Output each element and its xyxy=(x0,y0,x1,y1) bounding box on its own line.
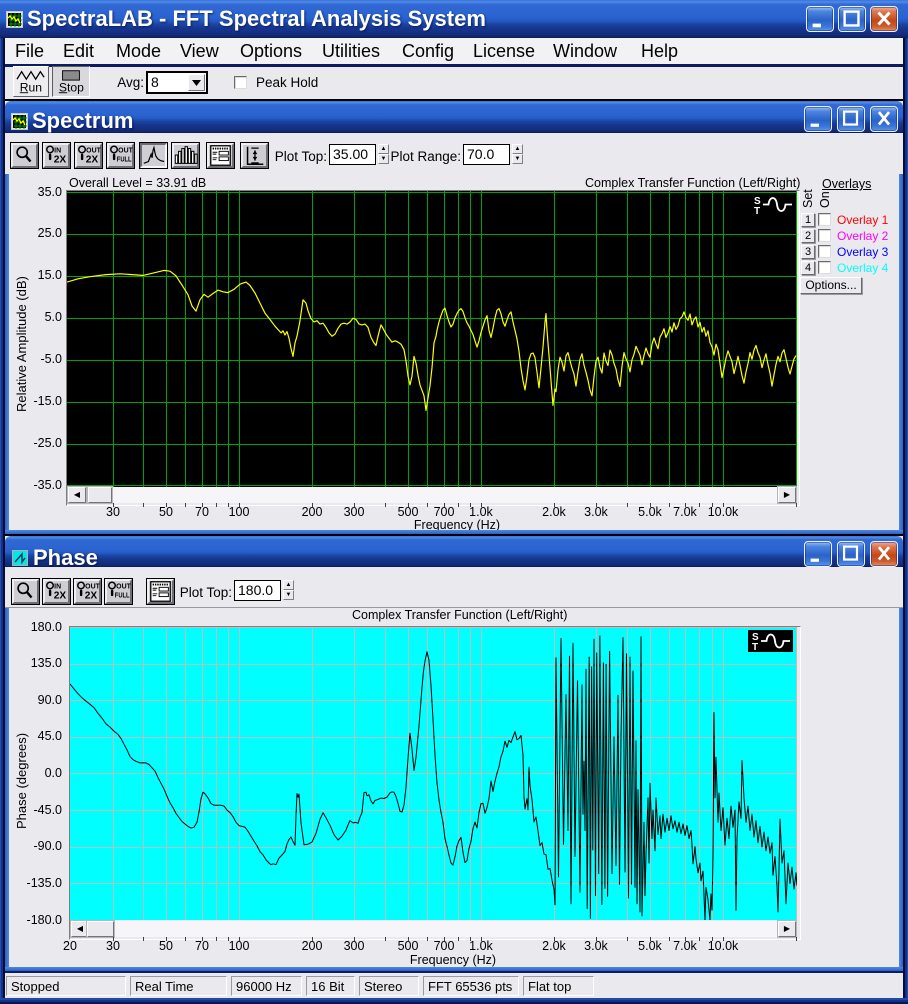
svg-text:2X: 2X xyxy=(54,590,67,601)
svg-text:IN: IN xyxy=(54,147,61,154)
svg-text:Run: Run xyxy=(20,80,42,94)
svg-text:IN: IN xyxy=(54,583,61,590)
svg-text:FULL: FULL xyxy=(117,157,132,164)
svg-text:2X: 2X xyxy=(85,590,98,601)
svg-text:FULL: FULL xyxy=(115,593,130,600)
svg-text:2X: 2X xyxy=(86,154,99,165)
svg-text:OUT: OUT xyxy=(118,147,133,154)
svg-text:T: T xyxy=(752,642,758,653)
svg-text:2X: 2X xyxy=(54,154,67,165)
svg-text:T: T xyxy=(754,206,760,217)
svg-text:OUT: OUT xyxy=(86,147,101,154)
svg-text:OUT: OUT xyxy=(85,583,100,590)
svg-text:Stop: Stop xyxy=(59,80,84,94)
svg-text:OUT: OUT xyxy=(116,583,131,590)
